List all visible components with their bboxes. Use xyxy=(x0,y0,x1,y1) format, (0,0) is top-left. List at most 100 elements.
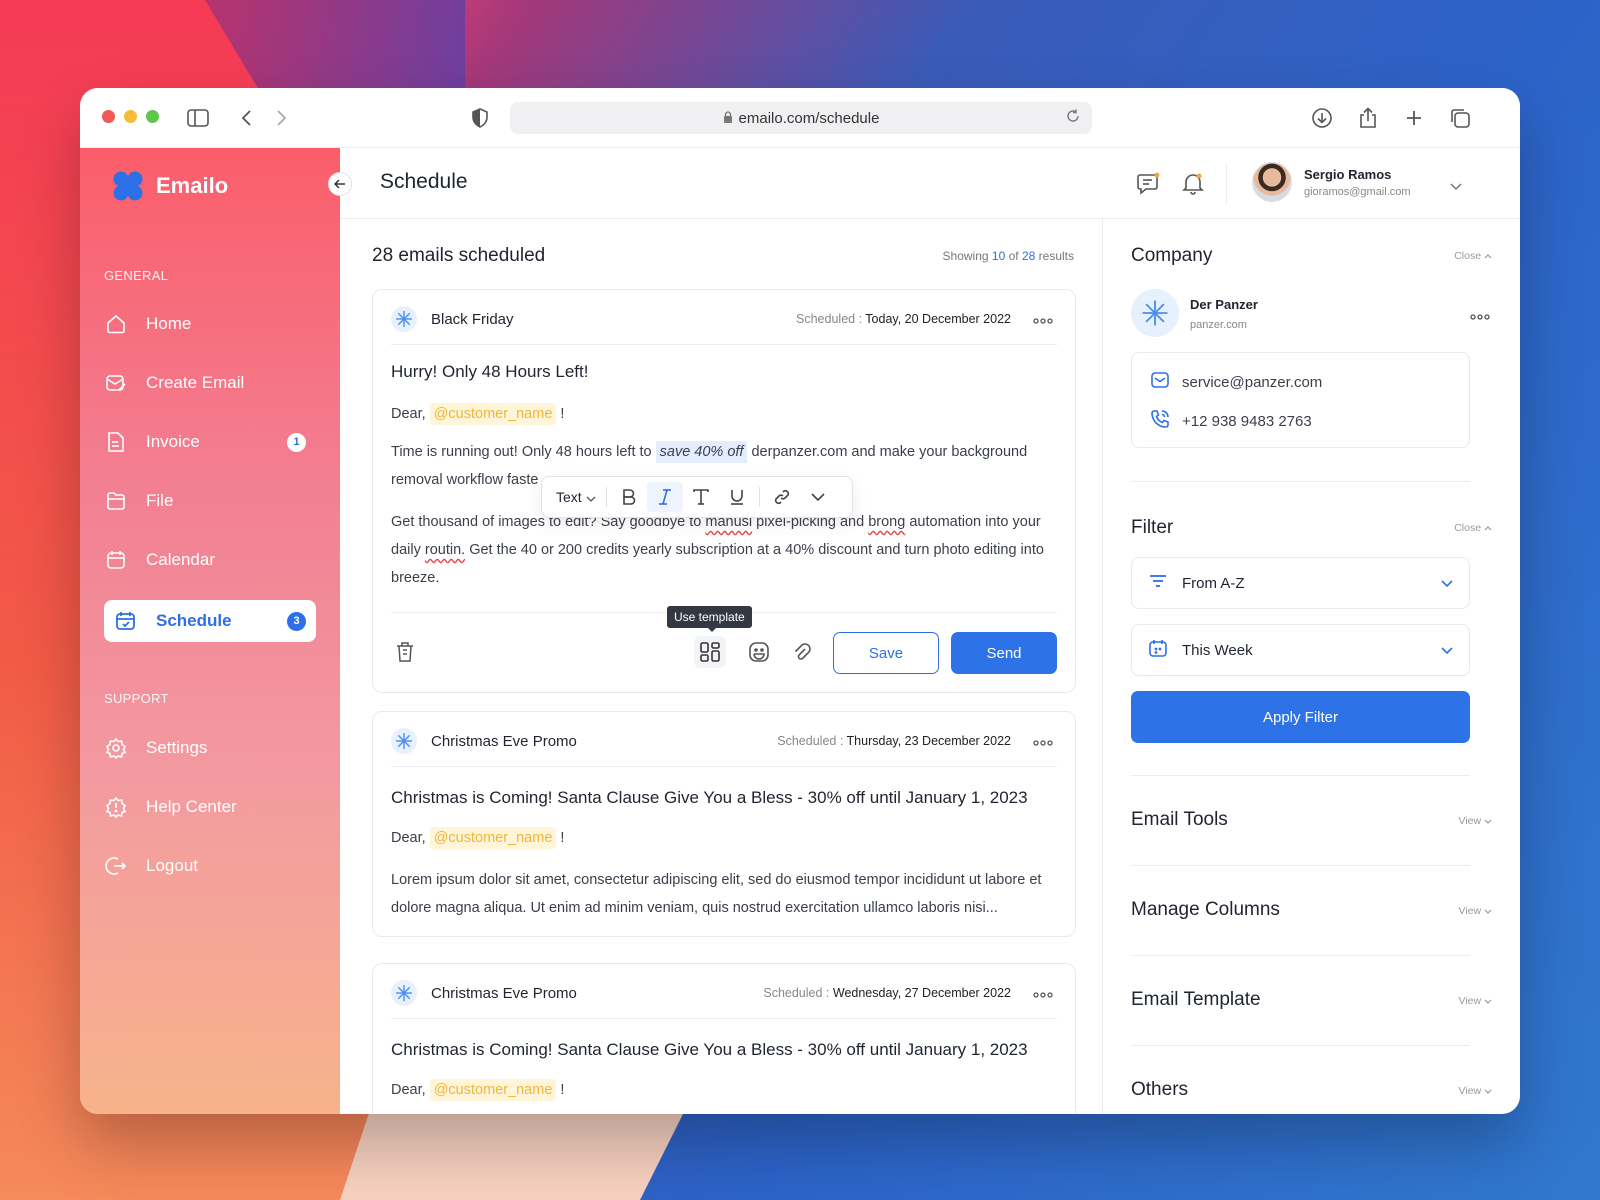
sidebar-item-create-email[interactable]: Create Email xyxy=(104,362,316,404)
more-options-icon[interactable] xyxy=(1470,307,1490,325)
scheduled-label: Scheduled : xyxy=(763,986,830,1000)
panel-title-email-template[interactable]: Email Template xyxy=(1131,989,1261,1011)
messages-icon[interactable] xyxy=(1136,170,1162,196)
gear-icon xyxy=(104,736,128,760)
sidebar-item-file[interactable]: File xyxy=(104,480,316,522)
campaign-name: Black Friday xyxy=(431,310,514,328)
campaign-name: Christmas Eve Promo xyxy=(431,984,577,1002)
sort-select[interactable]: From A-Z xyxy=(1131,557,1470,609)
email-card-header: Black Friday Scheduled : Today, 20 Decem… xyxy=(391,304,1057,334)
underline-icon[interactable] xyxy=(719,482,755,512)
bell-icon[interactable] xyxy=(1180,170,1206,196)
maximize-window-button[interactable] xyxy=(146,110,159,123)
customer-name-tag[interactable]: @customer_name xyxy=(429,827,557,849)
save-button[interactable]: Save xyxy=(833,632,939,674)
sidebar-item-label: Settings xyxy=(146,738,208,757)
forward-icon[interactable] xyxy=(268,104,296,132)
sidebar-item-settings[interactable]: Settings xyxy=(104,727,316,769)
sidebar-item-label: Logout xyxy=(146,856,198,875)
email-tools-view-link[interactable]: View xyxy=(1459,815,1493,827)
feed-title: 28 emails scheduled xyxy=(372,245,546,266)
user-name: Sergio Ramos xyxy=(1304,166,1392,182)
snowflake-icon xyxy=(391,306,417,332)
email-subject: Christmas is Coming! Santa Clause Give Y… xyxy=(391,788,1028,807)
sidebar-item-calendar[interactable]: Calendar xyxy=(104,539,316,581)
support-section-label: SUPPORT xyxy=(104,691,169,706)
text-style-dropdown[interactable]: Text xyxy=(556,489,596,505)
panel-title-email-tools[interactable]: Email Tools xyxy=(1131,809,1228,831)
sidebar-toggle-icon[interactable] xyxy=(184,104,212,132)
minimize-window-button[interactable] xyxy=(124,110,137,123)
campaign-name: Christmas Eve Promo xyxy=(431,732,577,750)
more-options-icon[interactable] xyxy=(1033,733,1053,749)
filter-close-link[interactable]: Close xyxy=(1454,522,1492,534)
attachment-icon[interactable] xyxy=(786,636,818,668)
shield-icon[interactable] xyxy=(466,104,494,132)
company-close-link[interactable]: Close xyxy=(1454,250,1492,262)
scheduled-value: Thursday, 23 December 2022 xyxy=(846,734,1011,748)
period-select[interactable]: This Week xyxy=(1131,624,1470,676)
sidebar-item-schedule[interactable]: Schedule 3 xyxy=(104,600,316,642)
panel-title-others[interactable]: Others xyxy=(1131,1079,1188,1101)
help-icon xyxy=(104,795,128,819)
email-card[interactable]: Christmas Eve Promo Scheduled : Wednesda… xyxy=(372,963,1076,1114)
scheduled-value: Wednesday, 27 December 2022 xyxy=(832,986,1011,1000)
company-email: service@panzer.com xyxy=(1182,373,1323,391)
schedule-count-badge: 3 xyxy=(287,611,306,631)
share-icon[interactable] xyxy=(1354,104,1382,132)
more-options-icon[interactable] xyxy=(1033,985,1053,1001)
company-phone-row[interactable]: +12 938 9483 2763 xyxy=(1150,409,1312,433)
sidebar-item-logout[interactable]: Logout xyxy=(104,845,316,887)
email-body-paragraph[interactable]: Get thousand of images to edit? Say good… xyxy=(391,508,1061,592)
template-icon[interactable] xyxy=(694,636,726,668)
user-profile[interactable]: Sergio Ramos gioramos@gmail.com xyxy=(1252,162,1411,202)
results-count: Showing 10 of 28 results xyxy=(943,249,1074,263)
app-logo[interactable]: Emailo xyxy=(112,170,228,202)
chevron-down-icon xyxy=(1484,1085,1492,1097)
panel-title-manage-columns[interactable]: Manage Columns xyxy=(1131,899,1280,921)
trash-icon[interactable] xyxy=(389,636,421,668)
card-divider xyxy=(391,766,1057,767)
reload-icon[interactable] xyxy=(1066,109,1080,127)
customer-name-tag[interactable]: @customer_name xyxy=(429,403,557,425)
selected-text: save 40% off xyxy=(655,441,748,463)
customer-name-tag[interactable]: @customer_name xyxy=(429,1079,557,1101)
chevron-down-icon[interactable] xyxy=(1450,178,1462,196)
use-template-tooltip: Use template xyxy=(667,606,752,632)
others-view-link[interactable]: View xyxy=(1459,1085,1493,1097)
close-window-button[interactable] xyxy=(102,110,115,123)
send-button[interactable]: Send xyxy=(951,632,1057,674)
bold-icon[interactable] xyxy=(611,482,647,512)
folder-icon xyxy=(104,489,128,513)
chevron-up-icon xyxy=(1484,250,1492,262)
sidebar-item-help-center[interactable]: Help Center xyxy=(104,786,316,828)
more-options-icon[interactable] xyxy=(1033,311,1053,327)
tabs-overview-icon[interactable] xyxy=(1446,104,1474,132)
home-icon xyxy=(104,312,128,336)
company-email-row[interactable]: service@panzer.com xyxy=(1150,371,1322,393)
collapse-sidebar-button[interactable] xyxy=(328,172,352,196)
arrow-left-icon xyxy=(333,177,346,192)
italic-icon[interactable] xyxy=(646,482,683,512)
email-card[interactable]: Christmas Eve Promo Scheduled : Thursday… xyxy=(372,711,1076,937)
new-tab-icon[interactable] xyxy=(1400,104,1428,132)
misspelled-word[interactable]: brong xyxy=(868,514,905,530)
email-card[interactable]: Black Friday Scheduled : Today, 20 Decem… xyxy=(372,289,1076,693)
address-bar[interactable]: emailo.com/schedule xyxy=(510,102,1092,134)
sidebar-item-home[interactable]: Home xyxy=(104,303,316,345)
apply-filter-button[interactable]: Apply Filter xyxy=(1131,691,1470,743)
misspelled-word[interactable]: routin. xyxy=(425,542,465,558)
back-icon[interactable] xyxy=(232,104,260,132)
emoji-icon[interactable] xyxy=(743,636,775,668)
sidebar-item-invoice[interactable]: Invoice 1 xyxy=(104,421,316,463)
chevron-down-icon xyxy=(1484,905,1492,917)
email-template-view-link[interactable]: View xyxy=(1459,995,1493,1007)
email-greeting: Dear, @customer_name ! xyxy=(391,1076,1061,1104)
sort-icon xyxy=(1148,573,1168,593)
download-icon[interactable] xyxy=(1308,104,1336,132)
link-icon[interactable] xyxy=(764,482,800,512)
chevron-down-icon[interactable] xyxy=(800,482,836,512)
chevron-down-icon xyxy=(586,489,596,505)
manage-columns-view-link[interactable]: View xyxy=(1459,905,1493,917)
text-size-icon[interactable] xyxy=(683,482,719,512)
